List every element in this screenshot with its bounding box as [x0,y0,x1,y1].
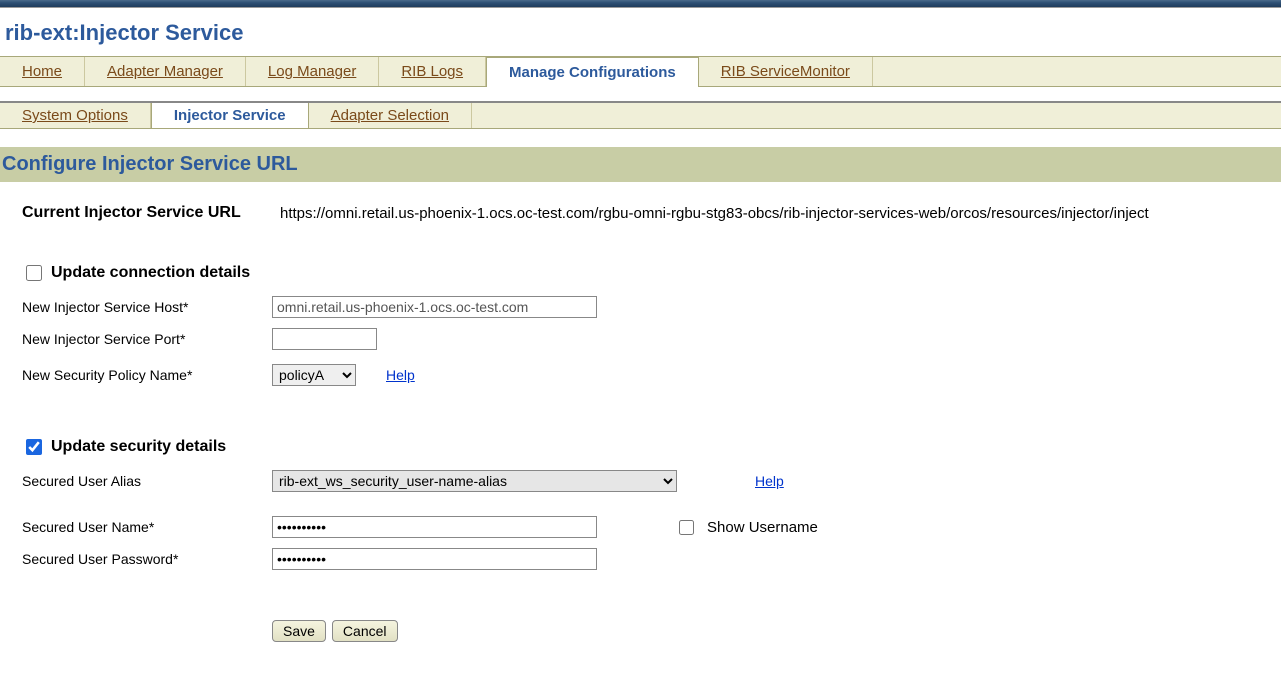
host-label: New Injector Service Host* [22,299,272,315]
update-connection-label: Update connection details [51,264,250,282]
save-button[interactable]: Save [272,620,326,642]
port-label: New Injector Service Port* [22,331,272,347]
current-url-label: Current Injector Service URL [22,204,272,222]
show-username-checkbox[interactable] [679,520,694,535]
show-username-row[interactable]: Show Username [675,517,818,538]
subtab-adapter-selection[interactable]: Adapter Selection [309,103,472,128]
username-label: Secured User Name* [22,519,272,535]
primary-nav: Home Adapter Manager Log Manager RIB Log… [0,56,1281,87]
tab-manage-configurations[interactable]: Manage Configurations [486,56,699,87]
tab-rib-service-monitor[interactable]: RIB ServiceMonitor [699,57,873,86]
section-header: Configure Injector Service URL [0,147,1281,182]
alias-select[interactable]: rib-ext_ws_security_user-name-alias [272,470,677,492]
tab-log-manager[interactable]: Log Manager [246,57,379,86]
policy-help-link[interactable]: Help [386,367,415,383]
update-security-checkbox-row[interactable]: Update security details [22,436,226,458]
policy-select[interactable]: policyA [272,364,356,386]
username-input[interactable] [272,516,597,538]
tab-adapter-manager[interactable]: Adapter Manager [85,57,246,86]
update-connection-checkbox[interactable] [26,265,42,281]
alias-help-link[interactable]: Help [755,473,784,489]
password-label: Secured User Password* [22,551,272,567]
update-connection-checkbox-row[interactable]: Update connection details [22,262,250,284]
port-input[interactable] [272,328,377,350]
host-input[interactable] [272,296,597,318]
secondary-nav: System Options Injector Service Adapter … [0,103,1281,129]
tab-rib-logs[interactable]: RIB Logs [379,57,486,86]
policy-label: New Security Policy Name* [22,367,272,383]
update-security-label: Update security details [51,438,226,456]
content-area: Current Injector Service URL https://omn… [0,182,1281,642]
current-url-value: https://omni.retail.us-phoenix-1.ocs.oc-… [280,205,1149,222]
top-accent-bar [0,0,1281,8]
update-security-checkbox[interactable] [26,439,42,455]
subtab-system-options[interactable]: System Options [0,103,151,128]
tab-home[interactable]: Home [0,57,85,86]
subtab-injector-service[interactable]: Injector Service [151,103,309,128]
page-title: rib-ext:Injector Service [5,8,1276,56]
alias-label: Secured User Alias [22,473,272,489]
cancel-button[interactable]: Cancel [332,620,398,642]
show-username-label: Show Username [707,519,818,536]
password-input[interactable] [272,548,597,570]
